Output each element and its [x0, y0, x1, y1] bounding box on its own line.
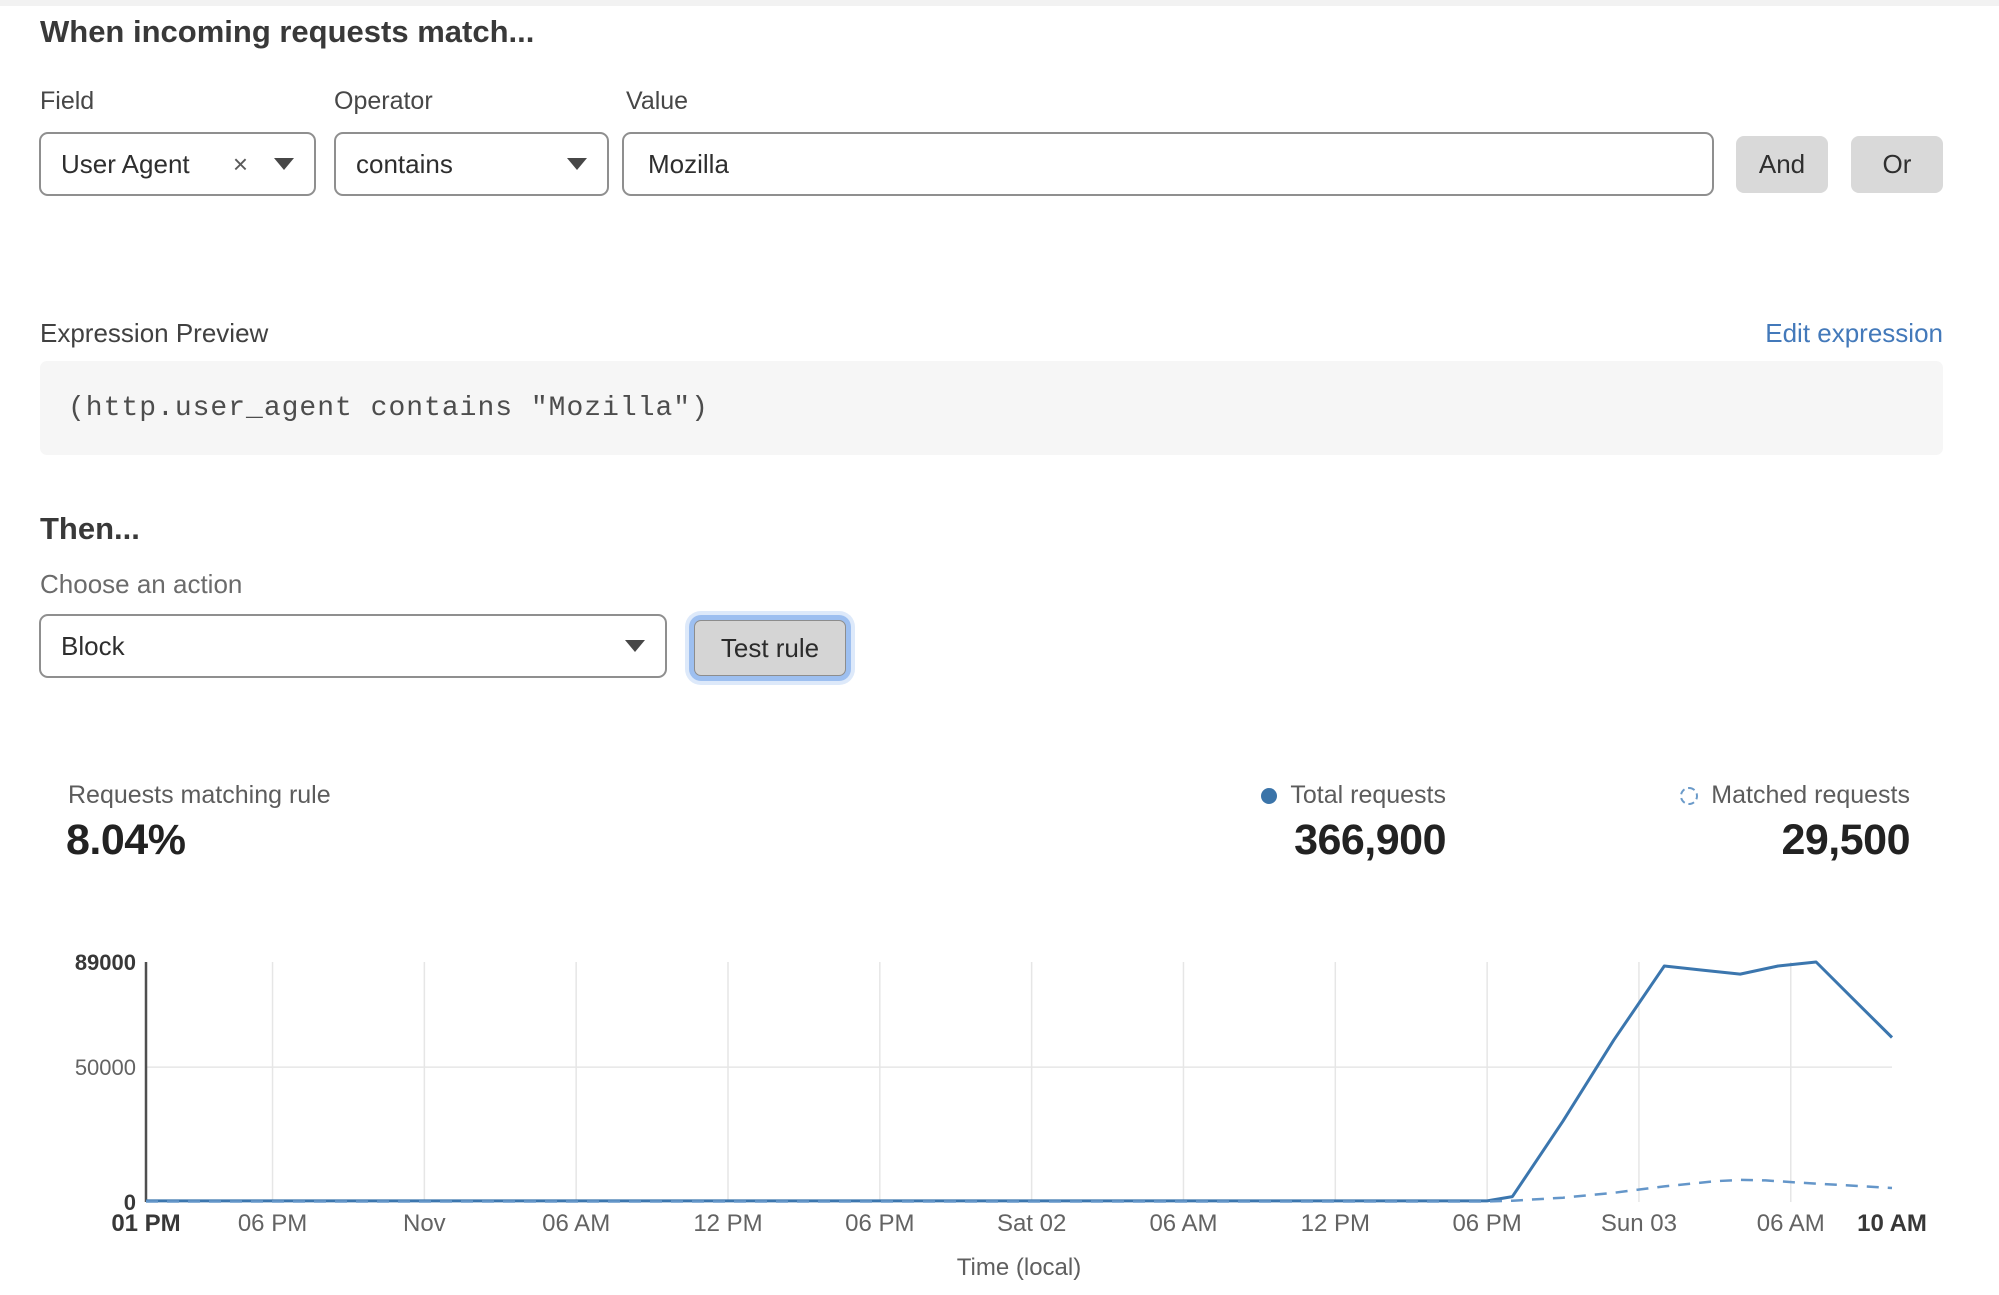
chevron-down-icon: [274, 158, 294, 170]
x-tick-label: 10 AM: [1857, 1210, 1927, 1237]
operator-select[interactable]: contains: [334, 132, 609, 196]
x-tick-label: Sat 02: [997, 1210, 1066, 1237]
total-requests-dot-icon: [1261, 788, 1277, 804]
match-section-title: When incoming requests match...: [40, 14, 534, 50]
chevron-down-icon: [567, 158, 587, 170]
expression-code: (http.user_agent contains "Mozilla"): [68, 393, 709, 424]
field-label: Field: [40, 87, 94, 116]
x-tick-label: 01 PM: [111, 1210, 180, 1237]
top-edge-strip: [0, 0, 1999, 6]
x-tick-label: Nov: [403, 1210, 446, 1237]
requests-over-time-chart: 8900050000001 PM06 PMNov06 AM12 PM06 PMS…: [0, 930, 1999, 1295]
and-button[interactable]: And: [1736, 136, 1828, 193]
total-requests-value: 366,900: [1046, 816, 1446, 865]
x-tick-label: 12 PM: [1301, 1210, 1370, 1237]
x-tick-label: 06 PM: [845, 1210, 914, 1237]
series-line-total-requests: [146, 962, 1892, 1201]
series-line-matched-requests: [146, 1180, 1892, 1202]
operator-select-value: contains: [356, 149, 567, 180]
clear-icon[interactable]: ×: [233, 151, 248, 177]
x-tick-label: Sun 03: [1601, 1210, 1677, 1237]
matched-requests-label: Matched requests: [1711, 781, 1910, 810]
value-input[interactable]: [622, 132, 1714, 196]
field-select-value: User Agent: [61, 149, 233, 180]
matched-requests-legend[interactable]: Matched requests: [1680, 781, 1910, 810]
matching-rule-label: Requests matching rule: [68, 781, 331, 810]
action-select[interactable]: Block: [39, 614, 667, 678]
expression-preview-box: (http.user_agent contains "Mozilla"): [40, 361, 1943, 455]
x-tick-label: 06 PM: [1452, 1210, 1521, 1237]
matched-requests-value: 29,500: [1510, 816, 1910, 865]
operator-label: Operator: [334, 87, 433, 116]
x-tick-label: 06 AM: [1149, 1210, 1217, 1237]
test-rule-button[interactable]: Test rule: [694, 620, 846, 676]
x-tick-label: 06 AM: [542, 1210, 610, 1237]
choose-action-label: Choose an action: [40, 569, 242, 600]
chevron-down-icon: [625, 640, 645, 652]
x-axis-title: Time (local): [957, 1254, 1081, 1281]
expression-preview-label: Expression Preview: [40, 318, 268, 349]
x-tick-label: 06 PM: [238, 1210, 307, 1237]
then-section-title: Then...: [40, 511, 140, 547]
field-select[interactable]: User Agent ×: [39, 132, 316, 196]
total-requests-label: Total requests: [1290, 781, 1446, 810]
or-button[interactable]: Or: [1851, 136, 1943, 193]
y-tick-label: 50000: [75, 1055, 136, 1080]
edit-expression-link[interactable]: Edit expression: [1765, 318, 1943, 349]
value-label: Value: [626, 87, 688, 116]
matching-rule-value: 8.04%: [66, 816, 185, 865]
total-requests-legend[interactable]: Total requests: [1261, 781, 1446, 810]
firewall-rule-editor: When incoming requests match... Field Op…: [0, 0, 1999, 1295]
action-select-value: Block: [61, 631, 625, 662]
x-tick-label: 12 PM: [693, 1210, 762, 1237]
matched-requests-dashed-circle-icon: [1680, 787, 1698, 805]
x-tick-label: 06 AM: [1757, 1210, 1825, 1237]
y-tick-label: 89000: [75, 950, 136, 975]
